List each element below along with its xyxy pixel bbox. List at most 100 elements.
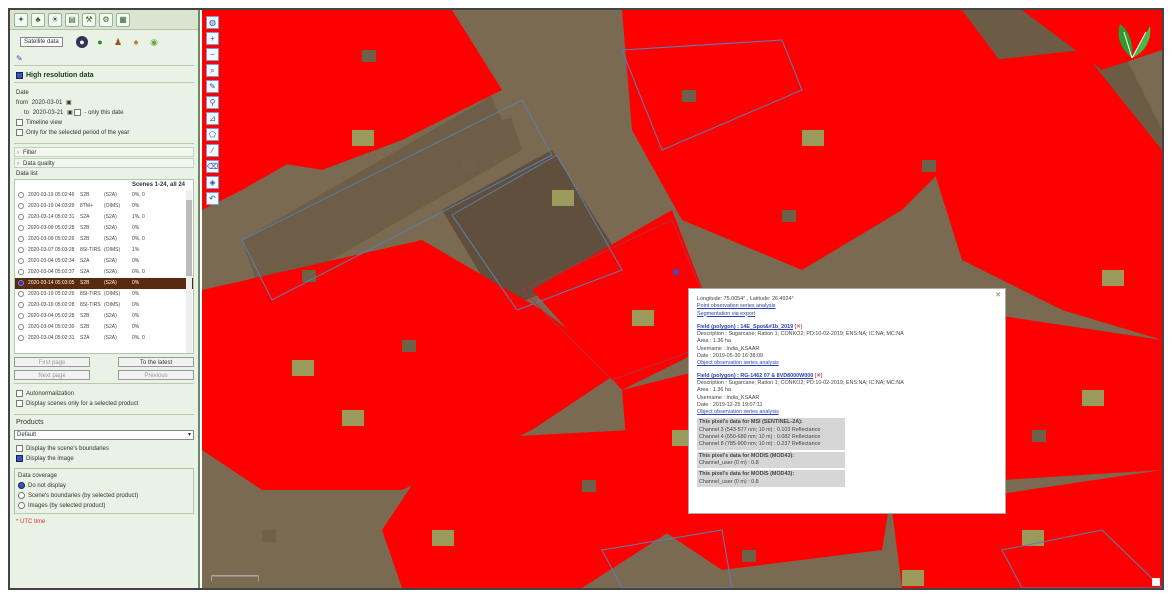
scene-list-item[interactable]: 2020-03-04 05:02:31 S2A (S2A) 0%, 0 (15, 333, 193, 344)
tree-icon[interactable]: ♠ (130, 36, 142, 48)
field2-series-link[interactable]: Object observation series analysis (697, 409, 997, 416)
scene-radio[interactable] (18, 192, 24, 198)
scene-radio[interactable] (18, 324, 24, 330)
user-icon[interactable]: ♟ (112, 36, 124, 48)
field-icon[interactable]: ▤ (65, 12, 79, 27)
measure-icon[interactable]: ⊿ (206, 112, 219, 125)
scene-list-item[interactable]: 2020-03-19 05:02:28 8SI-TIRS (OIMS) 0% (15, 300, 193, 311)
field1-title[interactable]: Field (polygon) : 14E_Spot&#1b_2019 (697, 324, 793, 330)
search-icon[interactable]: ⌕ (206, 64, 219, 77)
scene-list-item[interactable]: 2020-03-04 05:02:28 S2B (S2A) 0% (15, 311, 193, 322)
products-select[interactable]: Default (14, 430, 194, 440)
extra-tool-icon[interactable]: ✎ (10, 54, 198, 63)
display-image-checkbox[interactable] (16, 454, 23, 462)
scene-list-item[interactable]: 2020-03-19 05:02:46 S2B (S2A) 0%, 0 (15, 190, 193, 201)
period-checkbox[interactable] (16, 128, 23, 136)
leaf-icon[interactable]: ● (94, 36, 106, 48)
line-icon[interactable]: ∕ (206, 144, 219, 157)
date-from-input[interactable]: 2020-03-01 (30, 98, 65, 108)
coverage-boundaries-radio[interactable] (18, 491, 25, 499)
close-icon[interactable]: ✕ (995, 291, 1001, 299)
scene-type: (S2A) (104, 236, 117, 242)
boundaries-checkbox[interactable] (16, 444, 23, 452)
timeline-row[interactable]: Timeline view (16, 118, 192, 128)
high-res-checkbox[interactable] (16, 71, 23, 79)
scene-radio[interactable] (18, 269, 24, 275)
only-this-date-checkbox[interactable] (74, 108, 82, 116)
timeline-checkbox[interactable] (16, 118, 23, 126)
period-row[interactable]: Only for the selected period of the year (16, 128, 192, 138)
first-page-button[interactable]: First page (14, 357, 90, 367)
scene-list-item[interactable]: 2020-03-04 05:02:34 S2A (S2A) 0% (15, 256, 193, 267)
selected-product-checkbox[interactable] (16, 399, 23, 407)
map-view[interactable]: ◍ + − ⌕ ✎ ⚲ ⊿ ⬠ ∕ ⌫ ◈ ↶ ▕▔▔▔▔▔▔▔▔▔▔▔▔▏ ✕ Longitude:… (202, 10, 1162, 588)
scene-radio[interactable] (18, 302, 24, 308)
polygon-icon[interactable]: ⬠ (206, 128, 219, 141)
scene-list-item[interactable]: 2020-03-14 05:03:05 S2B (S2A) 0% (15, 278, 193, 289)
zoom-in-icon[interactable]: + (206, 32, 219, 45)
scene-list-item[interactable]: 2020-03-09 05:02:26 S2B (S2A) 0%, 0 (15, 234, 193, 245)
field2-title[interactable]: Field (polygon) : RG-1462 07 & 8VD8000W0… (697, 373, 813, 379)
layers-icon[interactable]: ◈ (206, 176, 219, 189)
coverage-none-radio[interactable] (18, 481, 25, 489)
scene-list-item[interactable]: 2020-03-04 05:02:30 S2B (S2A) 0% (15, 322, 193, 333)
selected-product-row[interactable]: Display scenes only for a selected produ… (16, 399, 192, 409)
pencil-icon[interactable]: ✎ (206, 80, 219, 93)
crop-icon[interactable]: ♣ (31, 12, 45, 27)
data-quality-section[interactable]: Data quality (14, 158, 194, 169)
undo-icon[interactable]: ↶ (206, 192, 219, 205)
scene-radio[interactable] (18, 335, 24, 341)
calendar-icon[interactable]: ▣ (67, 110, 73, 116)
date-to-input[interactable]: 2020-03-21 (31, 108, 66, 118)
scene-radio[interactable] (18, 313, 24, 319)
magnifier-icon[interactable]: ⚲ (206, 96, 219, 109)
display-image-row[interactable]: Display the image (16, 454, 192, 464)
scene-radio[interactable] (18, 203, 24, 209)
segmentation-link[interactable]: Segmentation via export (697, 311, 997, 318)
scene-radio[interactable] (18, 214, 24, 220)
scene-radio[interactable] (18, 236, 24, 242)
field1-series-link[interactable]: Object observation series analysis (697, 360, 997, 367)
coverage-none-row[interactable]: Do not display (18, 481, 190, 491)
scene-list-item[interactable]: 2020-03-07 05:03:28 8SI-TIRS (OIMS) 1% (15, 245, 193, 256)
scene-list-scrollbar[interactable] (186, 190, 192, 353)
calendar-icon[interactable]: ▣ (66, 100, 72, 106)
autonormalization-checkbox[interactable] (16, 389, 23, 397)
tools-icon[interactable]: ⚒ (82, 12, 96, 27)
satellite-icon[interactable]: ✦ (14, 12, 28, 27)
autonormalization-row[interactable]: Autonormalization (16, 389, 192, 399)
scene-radio[interactable] (18, 280, 24, 286)
high-res-row[interactable]: High resolution data (10, 69, 198, 79)
to-latest-button[interactable]: To the latest (118, 357, 194, 367)
scene-list-item[interactable]: 2020-03-09 05:02:28 S2B (S2A) 0% (15, 223, 193, 234)
scene-list-item[interactable]: 2020-03-19 05:02:26 8SI-TIRS (OIMS) 0% (15, 289, 193, 300)
scene-list-item[interactable]: 2020-03-19 04:03:29 8TM+ (OIMS) 0% (15, 201, 193, 212)
next-page-button[interactable]: Next page (14, 370, 90, 380)
field1-delete-icon[interactable]: [✕] (795, 324, 803, 330)
globe-icon[interactable]: ◍ (206, 16, 219, 29)
scene-list-item[interactable]: 2020-03-04 05:02:37 S2A (S2A) 0%, 0 (15, 267, 193, 278)
erase-icon[interactable]: ⌫ (206, 160, 219, 173)
coverage-images-radio[interactable] (18, 501, 25, 509)
scene-radio[interactable] (18, 258, 24, 264)
boundaries-row[interactable]: Display the scene's boundaries (16, 444, 192, 454)
gear-icon[interactable]: ⚙ (99, 12, 113, 27)
globe-icon[interactable]: ● (76, 36, 88, 48)
scene-radio[interactable] (18, 225, 24, 231)
table-icon[interactable]: ▦ (116, 12, 130, 27)
scene-radio[interactable] (18, 247, 24, 253)
weather-icon[interactable]: ☀ (48, 12, 62, 27)
field2-description: Description : Sugarcane; Ration 1; CONKO… (697, 379, 904, 386)
scene-list-item[interactable]: 2020-03-14 05:02:31 S2A (S2A) 1%, 0 (15, 212, 193, 223)
zoom-out-icon[interactable]: − (206, 48, 219, 61)
coverage-boundaries-row[interactable]: Scene's boundaries (by selected product) (18, 491, 190, 501)
resize-handle[interactable] (1152, 578, 1160, 586)
eye-icon[interactable]: ◉ (148, 36, 160, 48)
filter-section[interactable]: Filter (14, 147, 194, 158)
previous-button[interactable]: Previous (118, 370, 194, 380)
map-imagery[interactable] (202, 10, 1162, 588)
scene-radio[interactable] (18, 291, 24, 297)
field2-delete-icon[interactable]: [✕] (815, 373, 823, 379)
coverage-images-row[interactable]: Images (by selected product) (18, 501, 190, 511)
point-series-link[interactable]: Point observation series analysis (697, 303, 997, 310)
